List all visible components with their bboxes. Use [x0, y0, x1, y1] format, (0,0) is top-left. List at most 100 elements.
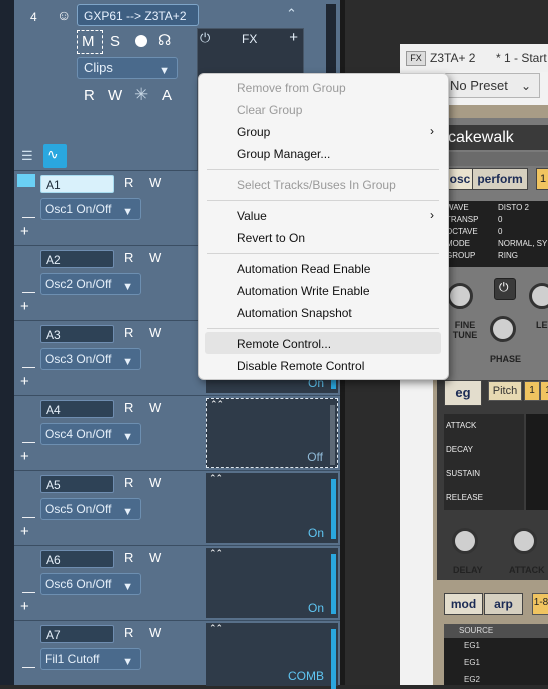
lane-read-button[interactable]: R — [124, 625, 133, 640]
attack-knob[interactable] — [511, 528, 537, 554]
power-icon[interactable]: ⏻ — [200, 30, 210, 46]
eg-row-decay[interactable]: DECAY — [444, 438, 526, 462]
lane-write-button[interactable]: W — [149, 175, 161, 190]
menu-item-value[interactable]: Value — [237, 209, 267, 223]
menu-item-group-manager[interactable]: Group Manager... — [237, 147, 330, 161]
remove-lane-button[interactable]: — — [22, 284, 35, 299]
delay-knob[interactable] — [452, 528, 478, 554]
param-value[interactable]: NORMAL, SYN — [498, 238, 548, 249]
midi-icon[interactable]: ☺ — [57, 7, 71, 23]
source-item[interactable]: EG1 — [464, 658, 480, 667]
tab-perform[interactable]: perform — [472, 168, 528, 190]
track-name-field[interactable]: GXP61 --> Z3TA+2 — [77, 4, 199, 26]
menu-item-write-enable[interactable]: Automation Write Enable — [237, 284, 370, 298]
remove-lane-button[interactable]: — — [22, 659, 35, 674]
lane-param-dropdown[interactable]: Osc6 On/Off ▼ — [40, 573, 141, 595]
lane-name-field[interactable]: A7 — [40, 625, 114, 643]
eg-row-sustain[interactable]: SUSTAIN — [444, 462, 526, 486]
lane-graph[interactable]: ⌃⌃ On — [206, 473, 338, 543]
mod-range-button[interactable]: 1-8 — [532, 593, 548, 615]
lane-read-button[interactable]: R — [124, 175, 133, 190]
lane-write-button[interactable]: W — [149, 550, 161, 565]
lane-graph[interactable]: ⌃⌃ COMB — [206, 623, 338, 689]
solo-button[interactable]: S — [110, 33, 120, 50]
add-fx-button[interactable]: + — [289, 29, 298, 46]
param-value[interactable]: RING — [498, 250, 518, 261]
remove-lane-button[interactable]: — — [22, 584, 35, 599]
add-lane-button[interactable]: + — [20, 523, 29, 540]
add-lane-button[interactable]: + — [20, 448, 29, 465]
lane-read-button[interactable]: R — [124, 325, 133, 340]
menu-item-read-enable[interactable]: Automation Read Enable — [237, 262, 370, 276]
lane-write-button[interactable]: W — [149, 475, 161, 490]
lane-write-button[interactable]: W — [149, 625, 161, 640]
tab-eg[interactable]: eg — [444, 380, 482, 406]
add-lane-button[interactable]: + — [20, 223, 29, 240]
lane-param-dropdown[interactable]: Osc4 On/Off ▼ — [40, 423, 141, 445]
lane-name-field[interactable]: A4 — [40, 400, 114, 418]
add-lane-button[interactable]: + — [20, 298, 29, 315]
eg-row-release[interactable]: RELEASE — [444, 486, 526, 510]
remove-lane-button[interactable]: — — [22, 509, 35, 524]
remove-lane-button[interactable]: — — [22, 209, 35, 224]
automation-toggle-button[interactable]: ∿ — [43, 144, 67, 168]
automation-lane[interactable]: A6 R W Osc6 On/Off ▼ — + ⌃⌃ On — [14, 545, 340, 620]
lane-name-field[interactable]: A3 — [40, 325, 114, 343]
fine-tune-knob[interactable] — [447, 283, 473, 309]
lane-graph[interactable]: ⌃⌃ On — [206, 548, 338, 618]
source-item[interactable]: EG2 — [464, 675, 480, 684]
lane-graph[interactable]: ⌃⌃ Off — [206, 398, 338, 468]
tab-mod[interactable]: mod — [444, 593, 483, 615]
param-value[interactable]: DISTO 2 — [498, 202, 529, 213]
list-icon[interactable]: ☰ — [21, 148, 33, 164]
automation-lane[interactable]: A5 R W Osc5 On/Off ▼ — + ⌃⌃ On — [14, 470, 340, 545]
remove-lane-button[interactable]: — — [22, 359, 35, 374]
param-value[interactable]: 0 — [498, 226, 502, 237]
read-button[interactable]: R — [84, 87, 95, 104]
menu-item-revert[interactable]: Revert to On — [237, 231, 305, 245]
lane-name-field[interactable]: A2 — [40, 250, 114, 268]
param-value[interactable]: 0 — [498, 214, 502, 225]
lane-name-field[interactable]: A1 — [40, 175, 114, 193]
headphones-icon[interactable]: ☊ — [158, 31, 171, 49]
lane-param-dropdown[interactable]: Osc5 On/Off ▼ — [40, 498, 141, 520]
eg-number-button[interactable]: 1 — [524, 381, 540, 401]
lane-read-button[interactable]: R — [124, 400, 133, 415]
remove-lane-button[interactable]: — — [22, 434, 35, 449]
collapse-chevron-icon[interactable]: ⌃ — [286, 6, 297, 22]
lane-name-field[interactable]: A5 — [40, 475, 114, 493]
lane-read-button[interactable]: R — [124, 550, 133, 565]
automation-lane[interactable]: A4 R W Osc4 On/Off ▼ — + ⌃⌃ Off — [14, 395, 340, 470]
input-button[interactable]: A — [162, 87, 172, 104]
clips-dropdown[interactable]: Clips ▼ — [77, 57, 178, 79]
plugin-titlebar[interactable]: FX Z3TA+ 2 * 1 - Start — [400, 44, 548, 72]
menu-item-group[interactable]: Group — [237, 125, 270, 139]
lane-param-dropdown[interactable]: Osc3 On/Off ▼ — [40, 348, 141, 370]
menu-item-snapshot[interactable]: Automation Snapshot — [237, 306, 352, 320]
lane-param-dropdown[interactable]: Osc1 On/Off ▼ — [40, 198, 141, 220]
lane-read-button[interactable]: R — [124, 250, 133, 265]
add-lane-button[interactable]: + — [20, 373, 29, 390]
mute-button[interactable]: M — [77, 30, 103, 54]
eg-number-button[interactable]: 1 — [540, 381, 548, 401]
osc-params[interactable]: WAVE DISTO 2 TRANSP 0 OCTAVE 0 MODE NORM… — [444, 201, 548, 267]
menu-item-remote-control[interactable]: Remote Control... — [237, 337, 331, 351]
preset-dropdown[interactable]: No Preset ⌄ — [445, 73, 540, 98]
lane-write-button[interactable]: W — [149, 325, 161, 340]
asterisk-icon[interactable]: ✳ — [134, 85, 148, 105]
lane-param-dropdown[interactable]: Fil1 Cutoff ▼ — [40, 648, 141, 670]
level-knob[interactable] — [529, 283, 548, 309]
lane-read-button[interactable]: R — [124, 475, 133, 490]
lane-name-field[interactable]: A6 — [40, 550, 114, 568]
lane-param-dropdown[interactable]: Osc2 On/Off ▼ — [40, 273, 141, 295]
phase-knob[interactable] — [490, 316, 516, 342]
tab-osc-number[interactable]: 1 — [536, 168, 548, 190]
lane-write-button[interactable]: W — [149, 400, 161, 415]
power-button[interactable]: ⏻ — [494, 278, 516, 300]
write-button[interactable]: W — [108, 87, 122, 104]
automation-lane[interactable]: A7 R W Fil1 Cutoff ▼ — ⌃⌃ COMB — [14, 620, 340, 689]
record-arm-button[interactable] — [135, 35, 147, 47]
source-item[interactable]: EG1 — [464, 641, 480, 650]
menu-item-disable-remote[interactable]: Disable Remote Control — [237, 359, 364, 373]
pitch-button[interactable]: Pitch — [488, 381, 522, 401]
